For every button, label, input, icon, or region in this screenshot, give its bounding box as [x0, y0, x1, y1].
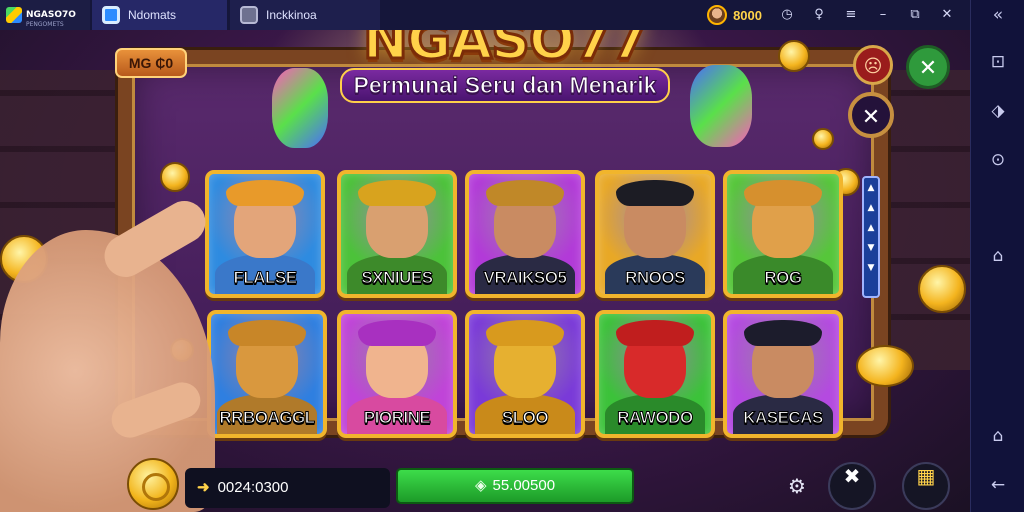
- game-card[interactable]: RAWODO: [595, 310, 715, 438]
- game-card[interactable]: RNOOS: [595, 170, 715, 298]
- coin-decoration: [160, 162, 190, 192]
- game-card[interactable]: SXNIUES: [337, 170, 457, 298]
- game-subtitle: Permunai Seru dan Menarik: [339, 68, 671, 103]
- tab-game[interactable]: Inckkinoa: [230, 0, 380, 30]
- win-button[interactable]: ◈ 55.00500: [396, 468, 634, 504]
- screenshot-icon[interactable]: ⊡: [988, 52, 1008, 72]
- character-hat: [226, 180, 304, 206]
- coin-balance: 8000: [733, 7, 762, 23]
- panel-scrollbar[interactable]: ▲ ▲ ▲ ▼ ▼: [862, 176, 880, 298]
- collapse-icon[interactable]: «: [988, 5, 1008, 25]
- game-card-title: PIORINE: [363, 408, 431, 428]
- close-button[interactable]: ✕: [906, 45, 950, 89]
- gem-decoration: [272, 68, 328, 148]
- balance-value: 0024:0300: [217, 479, 289, 496]
- balance-display: ➜ 0024:0300: [185, 468, 390, 508]
- game-card-title: KASECAS: [743, 408, 824, 428]
- game-card[interactable]: PIORINE: [337, 310, 457, 438]
- coin-decoration: [918, 265, 966, 313]
- app-logo-icon: [6, 7, 22, 23]
- avatar[interactable]: [707, 5, 728, 25]
- app-name-block: NGASO7O PENGOMETS: [26, 2, 76, 28]
- game-card[interactable]: VRAIKSO5: [465, 170, 585, 298]
- ticket-icon: ◈: [474, 477, 487, 494]
- character-hat: [616, 180, 694, 206]
- emulator-sidebar: « ⊡ ⬗ ⊙ ⌂ ⌂ ←: [970, 0, 1024, 512]
- sad-face-button[interactable]: ☹: [853, 45, 893, 85]
- coin-icon: [127, 458, 179, 510]
- character-hat: [486, 180, 564, 206]
- level-badge[interactable]: MG ₵0: [115, 48, 187, 78]
- compass-icon[interactable]: ◷: [780, 8, 794, 22]
- close-panel-button[interactable]: ✕: [848, 92, 894, 138]
- app-name: NGASO7O: [26, 10, 76, 20]
- gear-icon[interactable]: ⚙: [785, 474, 809, 498]
- character-hat: [358, 180, 436, 206]
- tab-label: Ndomats: [128, 8, 177, 22]
- character-hat: [358, 320, 436, 346]
- game-card-title: VRAIKSO5: [483, 268, 567, 288]
- game-grid: FLALSE SXNIUES VRAIKSO5 RNOOS ROG RRBOAG…: [205, 170, 845, 438]
- restore-icon[interactable]: ⧉: [908, 8, 922, 22]
- character-hat: [744, 320, 822, 346]
- app-header: NGASO7O PENGOMETS: [0, 0, 90, 30]
- game-card-title: FLALSE: [233, 268, 298, 288]
- close-icon[interactable]: ✕: [940, 8, 954, 22]
- menu-grid-button[interactable]: ▦: [902, 462, 950, 510]
- minimize-icon[interactable]: –: [876, 8, 890, 22]
- character-hat: [744, 180, 822, 206]
- coin-decoration: [856, 345, 914, 387]
- topbar-controls: 8000 ◷ ♀ ≡ – ⧉ ✕: [707, 0, 970, 30]
- game-card[interactable]: FLALSE: [205, 170, 325, 298]
- game-card[interactable]: SLOO: [465, 310, 585, 438]
- game-tab-icon: [240, 6, 258, 24]
- bolt-icon: ➜: [197, 479, 210, 496]
- back-icon[interactable]: ←: [988, 475, 1008, 495]
- gem-decoration: [690, 65, 752, 147]
- game-card-title: SLOO: [501, 408, 549, 428]
- rotate-icon[interactable]: ⊙: [988, 150, 1008, 170]
- game-card-title: SXNIUES: [361, 268, 434, 288]
- game-card-title: RRBOAGGL: [219, 408, 316, 428]
- coin-decoration: [778, 40, 810, 72]
- character-hat: [486, 320, 564, 346]
- game-card-title: RAWODO: [617, 408, 694, 428]
- character-hat: [228, 320, 306, 346]
- game-card-title: RNOOS: [625, 268, 686, 288]
- win-value: 55.00500: [492, 477, 556, 494]
- tab-label: Inckkinoa: [266, 8, 317, 22]
- home-icon[interactable]: ⌂: [988, 246, 1008, 266]
- install-apk-icon[interactable]: ⬗: [988, 101, 1008, 121]
- tab-home[interactable]: Ndomats: [92, 0, 227, 30]
- coin-decoration: [812, 128, 834, 150]
- game-card[interactable]: KASECAS: [723, 310, 843, 438]
- app-subtitle: PENGOMETS: [26, 21, 64, 28]
- game-card-title: ROG: [764, 268, 803, 288]
- game-card[interactable]: RRBOAGGL: [207, 310, 327, 438]
- recent-apps-icon[interactable]: ⌂: [988, 426, 1008, 446]
- character-hat: [616, 320, 694, 346]
- home-tab-icon: [102, 6, 120, 24]
- menu-icon[interactable]: ≡: [844, 8, 858, 22]
- crossed-tools-button[interactable]: ✖: [828, 462, 876, 510]
- game-card[interactable]: ROG: [723, 170, 843, 298]
- account-icon[interactable]: ♀: [812, 8, 826, 22]
